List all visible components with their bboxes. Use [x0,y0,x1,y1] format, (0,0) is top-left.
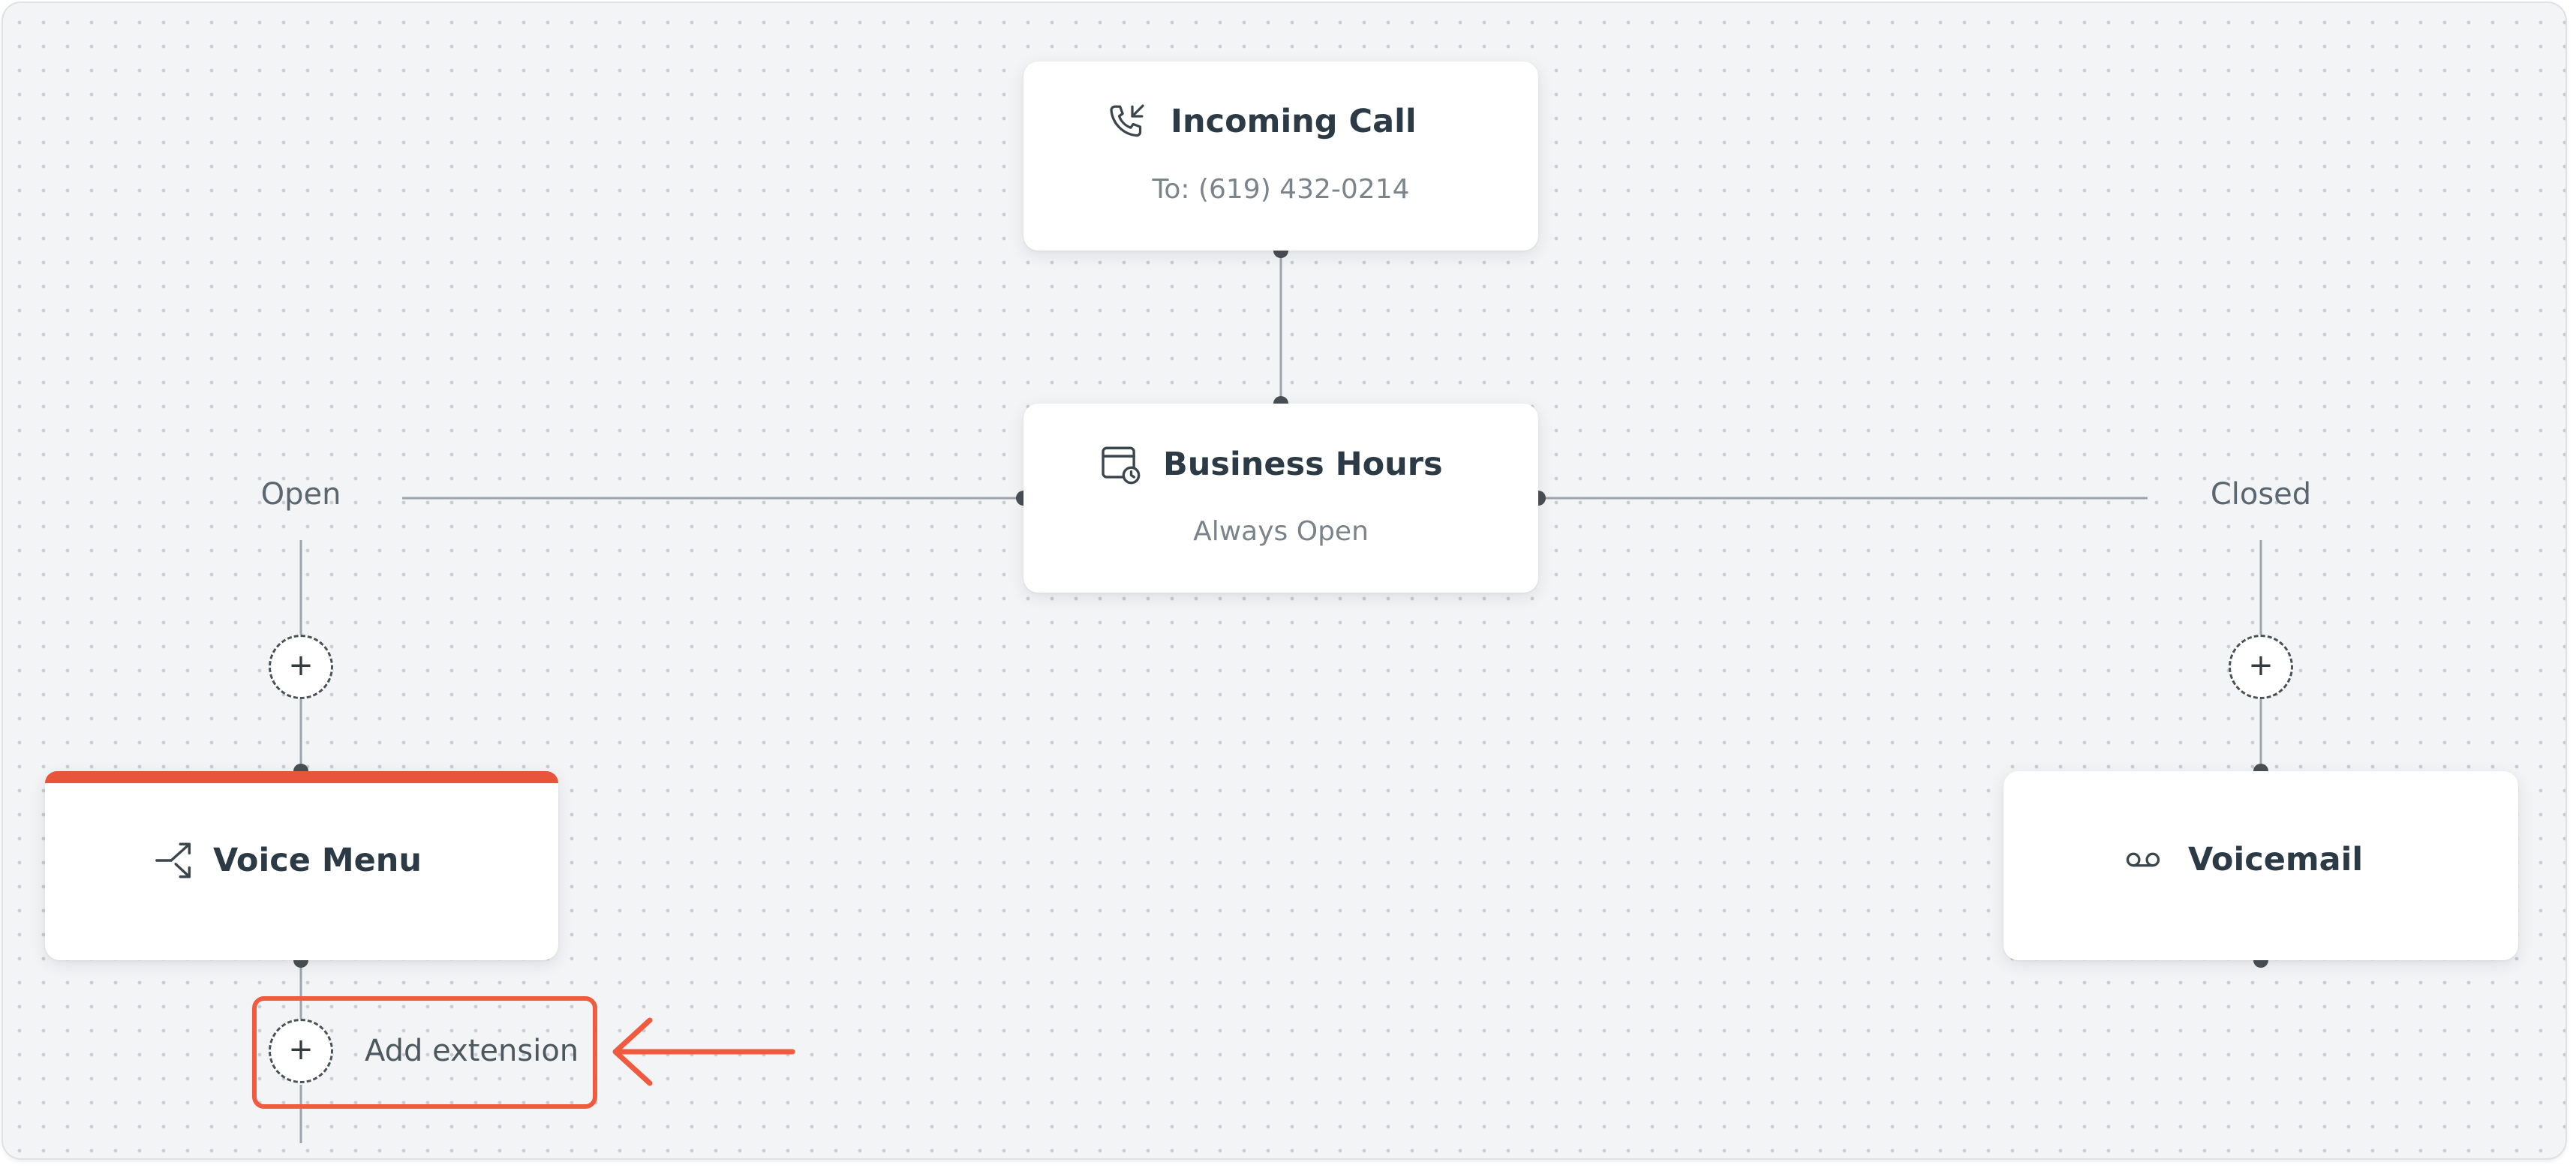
calendar-clock-icon [1099,443,1142,486]
highlight-box [252,996,597,1109]
incoming-call-node[interactable]: Incoming Call To: (619) 432-0214 [1023,62,1538,251]
add-step-button-open[interactable]: + [269,635,333,699]
voicemail-title: Voicemail [2188,841,2364,878]
incoming-call-number: To: (619) 432-0214 [1152,174,1410,205]
voice-menu-title: Voice Menu [213,842,422,879]
plus-icon: + [2248,648,2274,683]
branch-label-closed: Closed [2210,477,2312,512]
voicemail-node[interactable]: Voicemail [2003,771,2518,960]
voicemail-icon [2122,839,2164,881]
add-step-button-closed[interactable]: + [2229,635,2293,699]
voice-menu-node[interactable]: Voice Menu [45,771,558,960]
incoming-call-title: Incoming Call [1171,103,1417,140]
business-hours-status: Always Open [1193,516,1369,547]
branch-label-open: Open [260,477,341,512]
selected-accent-bar [45,771,558,783]
business-hours-node[interactable]: Business Hours Always Open [1023,404,1538,593]
plus-icon: + [288,648,314,683]
split-route-icon [153,839,197,882]
business-hours-title: Business Hours [1163,446,1443,483]
phone-incoming-icon [1106,101,1148,143]
